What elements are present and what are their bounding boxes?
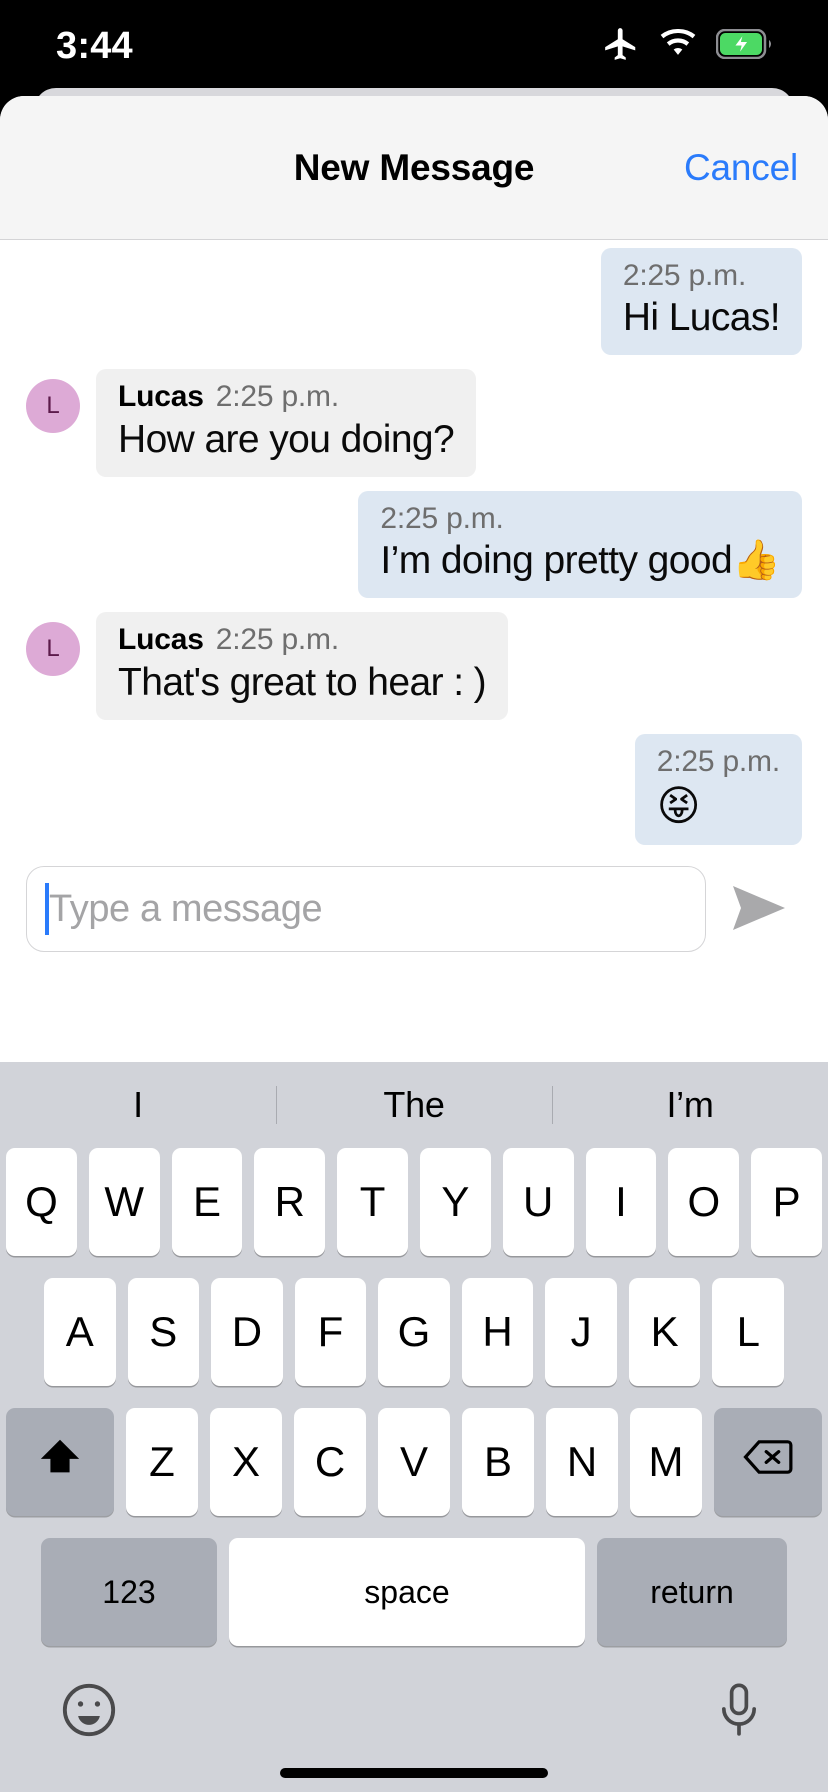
status-bar: 3:44 bbox=[0, 0, 828, 92]
key-v[interactable]: V bbox=[378, 1408, 450, 1516]
key-e[interactable]: E bbox=[171, 1148, 243, 1256]
key-s[interactable]: S bbox=[127, 1278, 200, 1386]
message-bubble-incoming[interactable]: Lucas 2:25 p.m. That's great to hear : ) bbox=[96, 612, 509, 720]
key-f[interactable]: F bbox=[294, 1278, 367, 1386]
cancel-button[interactable]: Cancel bbox=[684, 147, 798, 189]
message-list[interactable]: 2:25 p.m. Hi Lucas! L Lucas 2:25 p.m. How… bbox=[0, 240, 828, 852]
message-input-wrapper[interactable]: Type a message bbox=[26, 866, 706, 952]
message-text: 😝 bbox=[656, 782, 701, 830]
key-o[interactable]: O bbox=[668, 1148, 740, 1256]
message-timestamp: 2:25 p.m. bbox=[380, 501, 504, 535]
message-meta: Lucas 2:25 p.m. bbox=[118, 622, 486, 657]
keyboard-row-4: 123 space return bbox=[0, 1538, 828, 1646]
shift-icon bbox=[37, 1434, 83, 1490]
keyboard-row-1: Q W E R T Y U I O P bbox=[0, 1148, 828, 1256]
message-row: 2:25 p.m. I’m doing pretty good👍 bbox=[0, 490, 828, 599]
home-indicator bbox=[280, 1768, 548, 1778]
suggestion-chip[interactable]: The bbox=[276, 1084, 552, 1126]
emoji-icon bbox=[60, 1681, 118, 1742]
message-meta: 2:25 p.m. bbox=[623, 258, 780, 293]
keyboard-row-3: Z X C V B N M bbox=[0, 1408, 828, 1516]
message-timestamp: 2:25 p.m. bbox=[656, 744, 780, 778]
wifi-icon bbox=[658, 28, 698, 65]
send-button[interactable] bbox=[716, 866, 802, 952]
send-paper-plane-icon bbox=[729, 882, 789, 937]
message-input-placeholder: Type a message bbox=[49, 887, 323, 930]
key-a[interactable]: A bbox=[43, 1278, 116, 1386]
emoji-key[interactable] bbox=[46, 1668, 132, 1754]
key-i[interactable]: I bbox=[585, 1148, 657, 1256]
status-icon-group bbox=[602, 25, 772, 68]
key-x[interactable]: X bbox=[210, 1408, 282, 1516]
space-key[interactable]: space bbox=[229, 1538, 585, 1646]
onscreen-keyboard: I The I’m Q W E R T Y U I O P A S D F G … bbox=[0, 1062, 828, 1792]
status-time: 3:44 bbox=[56, 24, 133, 67]
predictive-suggestion-bar: I The I’m bbox=[0, 1062, 828, 1148]
battery-charging-icon bbox=[715, 28, 772, 64]
backspace-icon bbox=[743, 1437, 793, 1487]
numbers-key[interactable]: 123 bbox=[41, 1538, 217, 1646]
keyboard-row-2: A S D F G H J K L bbox=[0, 1278, 828, 1386]
message-row: 2:25 p.m. Hi Lucas! bbox=[0, 248, 828, 356]
message-sender: Lucas bbox=[118, 380, 204, 414]
message-text: That's great to hear : ) bbox=[118, 660, 487, 704]
key-u[interactable]: U bbox=[502, 1148, 574, 1256]
key-w[interactable]: W bbox=[88, 1148, 160, 1256]
page-title: New Message bbox=[293, 146, 535, 188]
message-bubble-outgoing[interactable]: 2:25 p.m. Hi Lucas! bbox=[600, 248, 802, 356]
message-meta: 2:25 p.m. bbox=[380, 501, 780, 536]
sheet-header: New Message Cancel bbox=[0, 96, 828, 240]
message-meta: 2:25 p.m. bbox=[657, 744, 780, 779]
message-timestamp: 2:25 p.m. bbox=[215, 380, 339, 414]
key-t[interactable]: T bbox=[337, 1148, 408, 1256]
key-z[interactable]: Z bbox=[126, 1408, 198, 1516]
key-l[interactable]: L bbox=[712, 1278, 785, 1386]
dictation-key[interactable] bbox=[696, 1668, 782, 1754]
message-row: L Lucas 2:25 p.m. How are you doing? bbox=[0, 369, 828, 477]
key-q[interactable]: Q bbox=[6, 1148, 77, 1256]
phone-screen: 3:44 New Message Cancel 2:25 p.m. Hi Luc… bbox=[0, 0, 828, 1792]
avatar: L bbox=[26, 379, 80, 434]
message-sender: Lucas bbox=[118, 623, 204, 657]
key-r[interactable]: R bbox=[254, 1148, 326, 1256]
keyboard-utility-row bbox=[0, 1646, 828, 1776]
backspace-key[interactable] bbox=[714, 1408, 822, 1516]
message-timestamp: 2:25 p.m. bbox=[215, 623, 339, 657]
key-k[interactable]: K bbox=[628, 1278, 701, 1386]
key-c[interactable]: C bbox=[294, 1408, 366, 1516]
message-timestamp: 2:25 p.m. bbox=[622, 259, 747, 292]
message-text: How are you doing? bbox=[118, 417, 455, 461]
key-g[interactable]: G bbox=[378, 1278, 450, 1386]
message-text: I’m doing pretty good👍 bbox=[380, 539, 780, 583]
suggestion-chip[interactable]: I bbox=[0, 1084, 276, 1126]
message-bubble-outgoing[interactable]: 2:25 p.m. I’m doing pretty good👍 bbox=[358, 490, 802, 599]
key-d[interactable]: D bbox=[211, 1278, 283, 1386]
message-row: L Lucas 2:25 p.m. That's great to hear : … bbox=[0, 612, 828, 720]
key-n[interactable]: N bbox=[546, 1408, 618, 1516]
key-j[interactable]: J bbox=[545, 1278, 617, 1386]
key-m[interactable]: M bbox=[630, 1408, 702, 1516]
shift-key[interactable] bbox=[6, 1408, 114, 1516]
key-h[interactable]: H bbox=[461, 1278, 534, 1386]
key-b[interactable]: B bbox=[462, 1408, 534, 1516]
suggestion-chip[interactable]: I’m bbox=[552, 1084, 828, 1126]
key-y[interactable]: Y bbox=[420, 1148, 491, 1256]
message-bubble-outgoing[interactable]: 2:25 p.m. 😝 bbox=[634, 733, 802, 845]
return-key[interactable]: return bbox=[597, 1538, 787, 1646]
airplane-mode-icon bbox=[602, 25, 640, 68]
message-row: 2:25 p.m. 😝 bbox=[0, 733, 828, 845]
key-p[interactable]: P bbox=[751, 1148, 822, 1256]
message-meta: Lucas 2:25 p.m. bbox=[118, 379, 454, 414]
avatar: L bbox=[26, 622, 80, 677]
message-text: Hi Lucas! bbox=[622, 296, 781, 340]
message-bubble-incoming[interactable]: Lucas 2:25 p.m. How are you doing? bbox=[96, 369, 477, 477]
microphone-icon bbox=[713, 1681, 765, 1742]
message-composer: Type a message bbox=[0, 852, 828, 970]
